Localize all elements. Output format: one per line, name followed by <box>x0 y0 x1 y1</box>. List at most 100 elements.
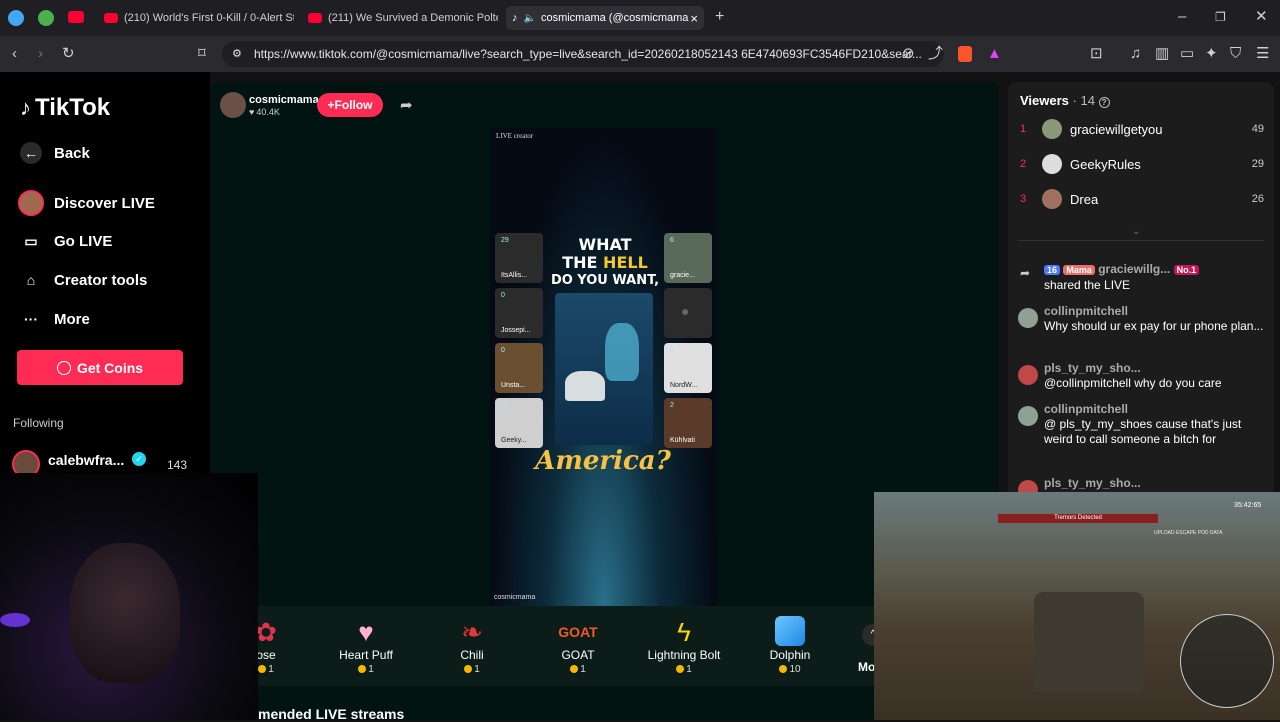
viewers-title: Viewers · 14 ? <box>1020 93 1110 108</box>
host-avatar[interactable] <box>220 92 246 118</box>
video-artwork <box>555 293 653 445</box>
heart-puff-icon: ♥ <box>358 617 374 647</box>
chat-message[interactable]: pls_ty_my_sho... @collinpmitchell why do … <box>1044 361 1264 391</box>
verified-icon: ✓ <box>132 452 146 466</box>
game-timer: 35:42:65 <box>1234 502 1262 509</box>
live-video[interactable]: LIVE creator WHAT THE HELL DO YOU WANT, … <box>490 128 717 606</box>
youtube-icon <box>308 13 322 23</box>
youtube-icon <box>104 13 118 23</box>
guest-slot[interactable]: 6 gracie... <box>664 233 712 283</box>
gift-lightning-bolt[interactable]: ϟ Lightning Bolt 1 <box>644 616 724 675</box>
game-objective: UPLOAD ESCAPE POD DATA <box>1154 530 1223 536</box>
app-icon[interactable] <box>8 10 24 26</box>
sidebar-item-discover-live[interactable]: Discover LIVE <box>18 190 155 216</box>
arrow-left-icon: ← <box>20 142 42 164</box>
maximize-icon[interactable]: ❐ <box>1215 9 1226 25</box>
tiktok-icon: ♪ <box>512 12 518 24</box>
heart-icon: ♥ <box>249 107 255 117</box>
sidebar-toggle-icon[interactable]: ▥ <box>1155 46 1169 62</box>
viewer-row[interactable]: 1 graciewillgetyou 49 <box>1020 117 1264 141</box>
chat-message[interactable]: 16 Mama graciewillg... No.1 shared the L… <box>1044 262 1264 293</box>
guest-slot[interactable]: 29 ItsAllis... <box>495 233 543 283</box>
goat-icon: GOAT <box>558 624 598 640</box>
chat-message[interactable]: pls_ty_my_sho... <box>1044 476 1264 491</box>
gift-chili[interactable]: ❧ Chili 1 <box>432 616 512 675</box>
rewards-icon[interactable]: ▲ <box>987 46 1002 62</box>
screenshot-icon[interactable]: ⊡ <box>1090 46 1103 62</box>
tab-3[interactable]: ♪ 🔈 cosmicmama (@cosmicmama × <box>506 6 704 30</box>
guest-slot[interactable]: 0 Geeky... <box>495 398 543 448</box>
coin-icon <box>358 665 367 673</box>
sidebar-item-creator-tools[interactable]: ⌂ Creator tools <box>20 269 148 291</box>
share-icon: ➦ <box>1020 266 1031 280</box>
camera-icon: ▭ <box>24 232 38 249</box>
menu-icon[interactable]: ☰ <box>1256 46 1269 62</box>
leo-icon[interactable]: ✦ <box>1205 46 1218 62</box>
ellipsis-icon: ··· <box>24 311 38 327</box>
brave-shield-icon[interactable] <box>958 46 972 62</box>
empty-guest-slot[interactable]: ● <box>664 288 712 338</box>
sidebar-item-more[interactable]: ··· More <box>20 308 90 330</box>
chat-message[interactable]: collinpmitchell @ pls_ty_my_shoes cause t… <box>1044 402 1264 447</box>
youtube-icon[interactable] <box>68 11 84 23</box>
share-arrow-icon[interactable]: ➦ <box>400 96 413 114</box>
divider <box>1018 240 1264 241</box>
cat-shape <box>565 371 605 401</box>
close-window-icon[interactable]: ✕ <box>1255 9 1268 25</box>
share-icon[interactable]: ⤴ <box>928 46 943 62</box>
avatar-icon <box>18 190 44 216</box>
gift-heart-puff[interactable]: ♥ Heart Puff 1 <box>326 616 406 675</box>
site-settings-icon[interactable]: ⚙ <box>232 41 242 67</box>
tiktok-logo[interactable]: ♪ TikTok <box>20 94 110 122</box>
close-tab-icon[interactable]: × <box>690 11 698 26</box>
guest-slot[interactable]: 0 Unsta... <box>495 343 543 393</box>
vehicle-shape <box>1034 592 1144 692</box>
chat-message[interactable]: collinpmitchell Why should ur ex pay for … <box>1044 304 1264 334</box>
browser-tab-bar: (210) World's First 0-Kill / 0-Alert Ste… <box>0 0 1280 36</box>
tab-2[interactable]: (211) We Survived a Demonic Polterg <box>302 6 498 30</box>
ghost-cat-shape <box>605 323 639 381</box>
get-coins-button[interactable]: Get Coins <box>17 350 183 385</box>
play-icon[interactable] <box>38 10 54 26</box>
caption-bottom: America? <box>535 446 671 476</box>
minimap <box>1180 614 1274 708</box>
minimize-icon[interactable]: – <box>1178 9 1186 25</box>
coin-icon <box>56 360 71 375</box>
follow-button[interactable]: +Follow <box>317 93 383 117</box>
viewer-row[interactable]: 3 Drea 26 <box>1020 187 1264 211</box>
following-heading: Following <box>13 416 64 430</box>
url-field[interactable]: ⚙ https://www.tiktok.com/@cosmicmama/live… <box>222 41 944 67</box>
gift-goat[interactable]: GOAT GOAT 1 <box>538 616 618 675</box>
no-translate-icon[interactable]: ⊘ <box>902 46 915 62</box>
media-icon[interactable]: ♫ <box>1130 46 1141 62</box>
vpn-icon[interactable]: ⛉ <box>1230 46 1241 62</box>
more-gifts[interactable]: Mo <box>858 660 875 674</box>
guest-slot[interactable]: 0 Jossepi... <box>495 288 543 338</box>
viewer-row[interactable]: 2 GeekyRules 29 <box>1020 152 1264 176</box>
guest-slot[interactable]: 2 Kühlvati <box>664 398 712 448</box>
lightning-icon: ϟ <box>677 617 691 647</box>
avatar <box>1042 119 1062 139</box>
reload-icon[interactable]: ↻ <box>62 46 75 62</box>
back-icon[interactable]: ‹ <box>12 46 17 62</box>
host-name[interactable]: cosmicmama <box>249 94 319 106</box>
forward-icon[interactable]: › <box>38 46 43 62</box>
coin-icon <box>464 665 473 673</box>
streamer-face <box>70 543 180 683</box>
guest-slot[interactable]: 2 NordW... <box>664 343 712 393</box>
coin-icon <box>258 665 267 673</box>
bookmark-icon[interactable]: ⌑ <box>198 46 206 62</box>
tab-1[interactable]: (210) World's First 0-Kill / 0-Alert Ste <box>98 6 294 30</box>
info-icon[interactable]: ? <box>1098 97 1110 108</box>
new-tab-icon[interactable]: + <box>715 9 724 25</box>
sidebar-item-go-live[interactable]: ▭ Go LIVE <box>20 230 112 252</box>
light-glow <box>0 613 30 627</box>
sidebar-item-back[interactable]: ← Back <box>20 142 90 164</box>
wallet-icon[interactable]: ▭ <box>1180 46 1194 62</box>
avatar <box>1018 365 1038 385</box>
speaker-icon[interactable]: 🔈 <box>524 13 536 24</box>
webcam-overlay <box>0 473 258 720</box>
following-count: 143 <box>167 458 188 472</box>
chevron-down-icon[interactable]: ⌄ <box>1132 226 1140 237</box>
gift-dolphin[interactable]: Dolphin 10 <box>750 616 830 675</box>
